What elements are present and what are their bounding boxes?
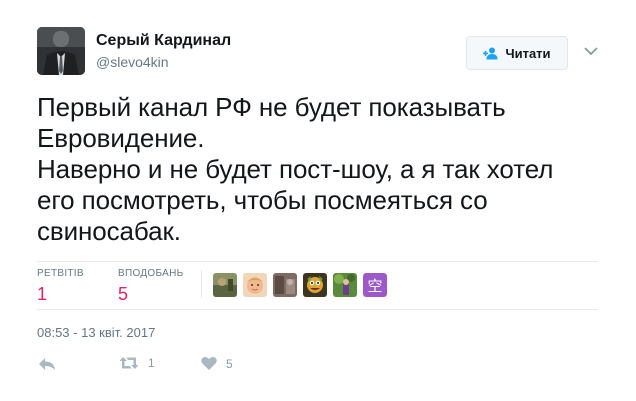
retweet-count: 1 xyxy=(148,356,155,370)
heart-icon xyxy=(201,356,217,370)
likes-count[interactable]: 5 xyxy=(118,284,128,305)
liker-avatar[interactable] xyxy=(213,273,237,297)
user-handle[interactable]: @slevo4kin xyxy=(96,54,169,70)
tweet-timestamp[interactable]: 08:53 - 13 квіт. 2017 xyxy=(37,325,155,340)
retweets-label[interactable]: РЕТВІТІВ xyxy=(37,268,84,279)
stats-separator xyxy=(201,270,202,298)
tweet-text-line: свиносабак. xyxy=(37,216,181,246)
divider xyxy=(37,261,598,262)
avatar-image xyxy=(37,27,85,75)
liker-avatars: 空 xyxy=(213,273,387,297)
like-button[interactable]: 5 xyxy=(201,356,233,371)
avatar[interactable] xyxy=(37,27,85,75)
liker-avatar[interactable] xyxy=(273,273,297,297)
tweet-text: Первый канал РФ не будет показывать Евро… xyxy=(37,92,617,247)
tweet-text-line: Евровидение. xyxy=(37,123,205,153)
user-avatar-photo-icon xyxy=(273,273,297,297)
avatar-glyph: 空 xyxy=(367,277,382,295)
follow-button[interactable]: Читати xyxy=(466,36,568,70)
liker-avatar[interactable] xyxy=(303,273,327,297)
tweet-text-line: его посмотреть, чтобы посмеяться со xyxy=(37,185,488,215)
liker-avatar[interactable]: 空 xyxy=(363,273,387,297)
like-count: 5 xyxy=(226,356,233,371)
user-avatar-cartoon-icon xyxy=(303,273,327,297)
user-avatar-child-icon xyxy=(243,273,267,297)
follow-button-label: Читати xyxy=(505,45,551,61)
chevron-down-icon[interactable] xyxy=(583,44,599,58)
user-avatar-photo-icon xyxy=(213,273,237,297)
likes-label[interactable]: ВПОДОБАНЬ xyxy=(118,268,183,279)
user-avatar-glyph-icon: 空 xyxy=(363,273,387,297)
retweet-button[interactable]: 1 xyxy=(119,356,155,370)
add-user-icon xyxy=(483,47,498,59)
liker-avatar[interactable] xyxy=(333,273,357,297)
reply-button[interactable] xyxy=(38,356,56,372)
reply-icon xyxy=(39,358,55,370)
tweet-text-line: Первый канал РФ не будет показывать xyxy=(37,92,506,122)
user-name[interactable]: Серый Кардинал xyxy=(96,32,231,50)
divider xyxy=(37,309,598,310)
liker-avatar[interactable] xyxy=(243,273,267,297)
tweet-text-line: Наверно и не будет пост-шоу, а я так хот… xyxy=(37,154,554,184)
retweet-icon xyxy=(119,357,139,369)
user-avatar-photo-icon xyxy=(333,273,357,297)
retweets-count[interactable]: 1 xyxy=(37,284,47,305)
